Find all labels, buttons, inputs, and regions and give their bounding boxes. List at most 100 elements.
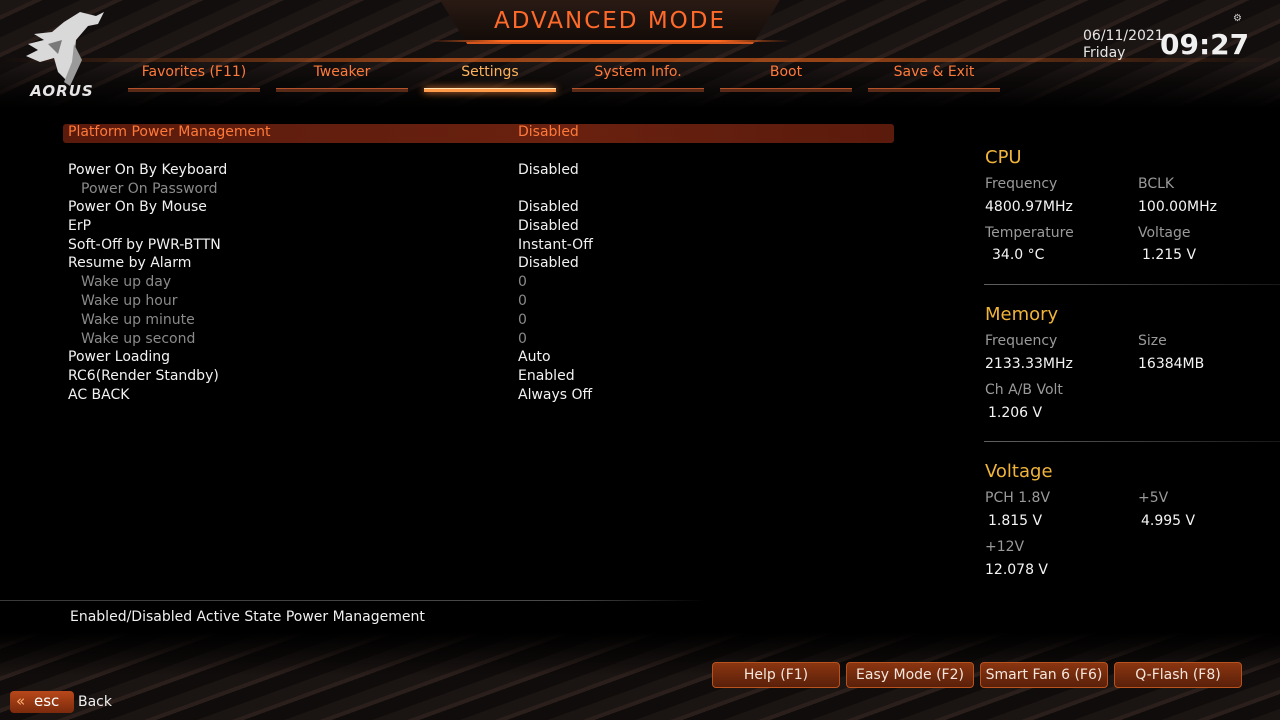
setting-label: Power On By Keyboard — [68, 162, 228, 178]
setting-value: 0 — [518, 331, 527, 347]
setting-wake-up-second: Wake up second 0 — [81, 331, 894, 350]
tab-label: Settings — [461, 64, 519, 80]
memory-frequency-value: 2133.33MHz — [985, 356, 1073, 372]
help-description: Enabled/Disabled Active State Power Mana… — [70, 609, 425, 625]
voltage-pch-label: PCH 1.8V — [985, 490, 1051, 506]
setting-label: Resume by Alarm — [68, 255, 192, 271]
tab-underline — [720, 88, 852, 92]
voltage-12v-label: +12V — [985, 539, 1025, 555]
setting-value[interactable]: Instant-Off — [518, 237, 593, 253]
setting-label: RC6(Render Standby) — [68, 368, 219, 384]
setting-label: ErP — [68, 218, 92, 234]
setting-label: Power Loading — [68, 349, 171, 365]
tab-boot[interactable]: Boot — [720, 64, 852, 92]
cpu-voltage-value: 1.215 V — [1142, 247, 1197, 263]
tab-label: Tweaker — [313, 64, 371, 80]
cpu-voltage-label: Voltage — [1138, 225, 1191, 241]
tab-tweaker[interactable]: Tweaker — [276, 64, 408, 92]
date-text: 06/11/2021 — [1083, 28, 1164, 44]
memory-chab-volt-label: Ch A/B Volt — [985, 382, 1063, 398]
tab-underline — [572, 88, 704, 92]
clock-display: 09:27 — [1160, 28, 1250, 61]
setting-value[interactable]: Auto — [518, 349, 551, 365]
tab-underline — [128, 88, 260, 92]
memory-frequency-label: Frequency — [985, 333, 1058, 349]
help-button[interactable]: Help (F1) — [712, 662, 840, 688]
setting-label: Platform Power Management — [68, 124, 271, 140]
setting-power-loading[interactable]: Power Loading Auto — [68, 349, 894, 368]
easy-mode-button[interactable]: Easy Mode (F2) — [846, 662, 974, 688]
cpu-temperature-label: Temperature — [985, 225, 1074, 241]
tab-settings[interactable]: Settings — [424, 64, 556, 92]
tab-label: Save & Exit — [893, 64, 975, 80]
setting-power-on-by-mouse[interactable]: Power On By Mouse Disabled — [68, 199, 894, 218]
tab-underline — [424, 88, 556, 92]
back-label: Back — [78, 694, 112, 710]
tab-favorites[interactable]: Favorites (F11) — [128, 64, 260, 92]
setting-resume-by-alarm[interactable]: Resume by Alarm Disabled — [68, 255, 894, 274]
setting-label: Wake up second — [81, 331, 196, 347]
cpu-bclk-value: 100.00MHz — [1138, 199, 1217, 215]
voltage-12v-value: 12.078 V — [985, 562, 1049, 578]
smart-fan-button[interactable]: Smart Fan 6 (F6) — [980, 662, 1108, 688]
setting-value[interactable]: Disabled — [518, 199, 579, 215]
setting-value: 0 — [518, 293, 527, 309]
setting-value[interactable]: Disabled — [518, 162, 579, 178]
mode-title-edge — [430, 40, 790, 42]
setting-value[interactable]: Disabled — [518, 124, 579, 140]
tab-system-info[interactable]: System Info. — [572, 64, 704, 92]
esc-button[interactable]: « esc — [10, 691, 74, 713]
panel-divider — [984, 441, 1280, 442]
help-divider — [0, 600, 706, 601]
double-chevron-left-icon: « — [16, 692, 26, 710]
setting-label: AC BACK — [68, 387, 130, 403]
day-text: Friday — [1083, 45, 1126, 61]
tab-underline — [276, 88, 408, 92]
setting-label: Wake up day — [81, 274, 172, 290]
cpu-section-title: CPU — [985, 147, 1022, 168]
tab-label: System Info. — [594, 64, 682, 80]
setting-value[interactable]: Disabled — [518, 255, 579, 271]
setting-platform-power-management[interactable]: Platform Power Management Disabled — [68, 124, 894, 143]
setting-label: Wake up minute — [81, 312, 195, 328]
cpu-frequency-label: Frequency — [985, 176, 1058, 192]
esc-label: esc — [34, 692, 60, 710]
tab-underline — [868, 88, 1000, 92]
setting-power-on-password: Power On Password — [81, 181, 894, 200]
setting-power-on-by-keyboard[interactable]: Power On By Keyboard Disabled — [68, 162, 894, 181]
setting-value[interactable]: Disabled — [518, 218, 579, 234]
setting-erp[interactable]: ErP Disabled — [68, 218, 894, 237]
memory-size-value: 16384MB — [1138, 356, 1205, 372]
voltage-section-title: Voltage — [985, 461, 1053, 482]
memory-size-label: Size — [1138, 333, 1167, 349]
memory-chab-volt-value: 1.206 V — [988, 405, 1043, 421]
voltage-5v-label: +5V — [1138, 490, 1169, 506]
setting-label: Soft-Off by PWR-BTTN — [68, 237, 221, 253]
q-flash-button[interactable]: Q-Flash (F8) — [1114, 662, 1242, 688]
setting-wake-up-hour: Wake up hour 0 — [81, 293, 894, 312]
setting-label: Power On By Mouse — [68, 199, 207, 215]
setting-value[interactable]: Always Off — [518, 387, 592, 403]
setting-soft-off-by-pwr-bttn[interactable]: Soft-Off by PWR-BTTN Instant-Off — [68, 237, 894, 256]
voltage-5v-value: 4.995 V — [1141, 513, 1196, 529]
date-display: 06/11/2021 Friday — [1083, 28, 1164, 62]
setting-value: 0 — [518, 274, 527, 290]
aorus-logo-text: AORUS — [30, 82, 94, 100]
tab-label: Favorites (F11) — [141, 64, 247, 80]
setting-value: 0 — [518, 312, 527, 328]
settings-gear-icon[interactable]: ⚙ — [1233, 13, 1242, 24]
setting-rc6-render-standby[interactable]: RC6(Render Standby) Enabled — [68, 368, 894, 387]
setting-ac-back[interactable]: AC BACK Always Off — [68, 387, 894, 406]
tab-label: Boot — [769, 64, 803, 80]
mode-title: ADVANCED MODE — [493, 8, 727, 34]
setting-wake-up-day: Wake up day 0 — [81, 274, 894, 293]
setting-wake-up-minute: Wake up minute 0 — [81, 312, 894, 331]
memory-section-title: Memory — [985, 304, 1059, 325]
cpu-bclk-label: BCLK — [1138, 176, 1175, 192]
setting-label: Wake up hour — [81, 293, 178, 309]
panel-divider — [984, 284, 1280, 285]
setting-label: Power On Password — [81, 181, 218, 197]
setting-value[interactable]: Enabled — [518, 368, 575, 384]
cpu-temperature-value: 34.0 °C — [992, 247, 1045, 263]
tab-save-exit[interactable]: Save & Exit — [868, 64, 1000, 92]
